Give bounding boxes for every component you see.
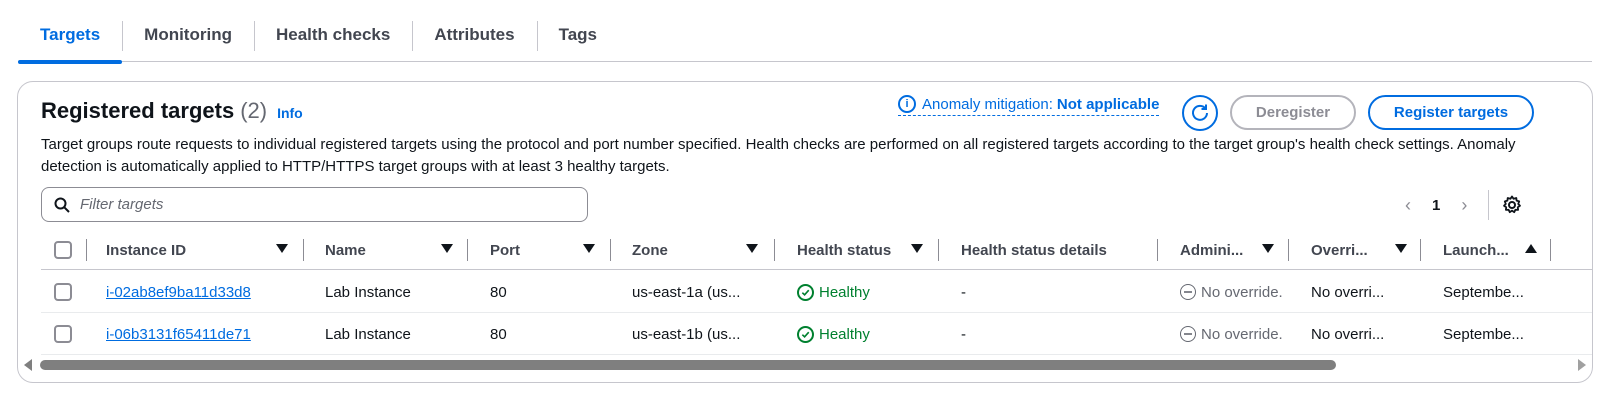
health-status-cell: Healthy	[797, 271, 937, 313]
row-checkbox[interactable]	[54, 325, 72, 343]
chevron-left-icon[interactable]: ‹	[1398, 195, 1418, 216]
table-row[interactable]: i-06b3131f65411de71 Lab Instance 80 us-e…	[41, 313, 1592, 355]
column-override[interactable]: Overri...	[1311, 230, 1431, 270]
tab-monitoring[interactable]: Monitoring	[122, 20, 254, 62]
launch-time-cell: Septembe...	[1443, 325, 1524, 343]
target-count: (2)	[240, 98, 268, 123]
sort-down-icon	[911, 244, 923, 253]
panel-header: Registered targets (2) Info	[41, 98, 303, 124]
scroll-right-arrow[interactable]	[1578, 359, 1586, 371]
panel-description: Target groups route requests to individu…	[41, 136, 1516, 175]
deregister-button[interactable]: Deregister	[1230, 95, 1356, 130]
minus-circle-icon	[1180, 326, 1196, 342]
health-details-cell: -	[961, 283, 966, 301]
column-divider	[938, 239, 939, 261]
column-divider	[467, 239, 468, 261]
refresh-icon	[1192, 104, 1208, 121]
sort-down-icon	[583, 244, 595, 253]
sort-up-icon	[1525, 244, 1537, 253]
sort-down-icon	[276, 244, 288, 253]
instance-id-link[interactable]: i-02ab8ef9ba11d33d8	[106, 284, 251, 301]
table-row[interactable]: i-02ab8ef9ba11d33d8 Lab Instance 80 us-e…	[41, 271, 1592, 313]
tab-health-checks[interactable]: Health checks	[253, 20, 412, 62]
column-health-status-details[interactable]: Health status details	[961, 230, 1171, 270]
info-link[interactable]: Info	[277, 105, 303, 121]
port-cell: 80	[490, 325, 507, 343]
column-launch-time[interactable]: Launch...	[1443, 230, 1553, 270]
column-divider	[86, 239, 87, 261]
gear-icon[interactable]	[1502, 195, 1522, 215]
admin-override-cell: No override.	[1180, 313, 1290, 355]
chevron-right-icon[interactable]: ›	[1454, 195, 1474, 216]
admin-override-cell: No override.	[1180, 271, 1290, 313]
filter-targets-input[interactable]	[80, 196, 560, 213]
tab-attributes[interactable]: Attributes	[412, 20, 536, 62]
tab-targets[interactable]: Targets	[18, 20, 123, 64]
column-health-status[interactable]: Health status	[797, 230, 947, 270]
column-instance-id[interactable]: Instance ID	[106, 230, 296, 270]
column-divider	[303, 239, 304, 261]
select-all-checkbox[interactable]	[54, 241, 72, 259]
instance-id-cell: i-06b3131f65411de71	[106, 313, 296, 355]
instance-id-cell: i-02ab8ef9ba11d33d8	[106, 271, 296, 313]
scrollbar-thumb[interactable]	[40, 360, 1336, 370]
health-status-text: Healthy	[819, 283, 870, 301]
horizontal-scrollbar[interactable]	[18, 353, 1592, 371]
sort-down-icon	[1395, 244, 1407, 253]
launch-time-cell: Septembe...	[1443, 283, 1524, 301]
port-cell: 80	[490, 283, 507, 301]
column-name[interactable]: Name	[325, 230, 475, 270]
register-targets-button[interactable]: Register targets	[1368, 95, 1534, 130]
table-header: Instance ID Name Port Zone Health status…	[41, 230, 1592, 270]
name-cell: Lab Instance	[325, 283, 411, 301]
registered-targets-panel: Registered targets (2) Info i Anomaly mi…	[17, 81, 1593, 383]
column-divider	[1420, 239, 1421, 261]
name-cell: Lab Instance	[325, 325, 411, 343]
check-circle-icon	[797, 325, 814, 343]
scroll-left-arrow[interactable]	[24, 359, 32, 371]
panel-title: Registered targets	[41, 98, 235, 123]
sort-down-icon	[441, 244, 453, 253]
search-icon	[54, 197, 70, 213]
anomaly-mitigation-link[interactable]: i Anomaly mitigation: Not applicable	[898, 95, 1160, 116]
health-details-cell: -	[961, 325, 966, 343]
instance-id-link[interactable]: i-06b3131f65411de71	[106, 326, 251, 343]
row-checkbox[interactable]	[54, 283, 72, 301]
current-page[interactable]: 1	[1432, 197, 1440, 214]
filter-targets-search[interactable]	[41, 187, 588, 222]
info-icon: i	[898, 95, 916, 113]
override-cell: No overri...	[1311, 283, 1385, 301]
admin-override-text: No override.	[1201, 283, 1283, 301]
zone-cell: us-east-1b (us...	[632, 325, 741, 343]
sort-down-icon	[746, 244, 758, 253]
refresh-button[interactable]	[1182, 95, 1218, 131]
column-divider	[774, 239, 775, 261]
column-divider	[1550, 239, 1551, 261]
anomaly-label: Anomaly mitigation:	[922, 95, 1053, 113]
health-status-text: Healthy	[819, 325, 870, 343]
override-cell: No overri...	[1311, 325, 1385, 343]
column-divider	[1157, 239, 1158, 261]
column-divider	[610, 239, 611, 261]
column-port[interactable]: Port	[490, 230, 620, 270]
minus-circle-icon	[1180, 284, 1196, 300]
check-circle-icon	[797, 283, 814, 301]
zone-cell: us-east-1a (us...	[632, 283, 741, 301]
health-status-cell: Healthy	[797, 313, 937, 355]
column-zone[interactable]: Zone	[632, 230, 782, 270]
tab-tags[interactable]: Tags	[536, 20, 619, 62]
pager-divider	[1488, 190, 1490, 220]
tab-bar: Targets Monitoring Health checks Attribu…	[18, 20, 1592, 64]
column-divider	[1288, 239, 1289, 261]
sort-down-icon	[1262, 244, 1274, 253]
admin-override-text: No override.	[1201, 325, 1283, 343]
column-administrative-override[interactable]: Admini...	[1180, 230, 1300, 270]
pagination: ‹ 1 ›	[1398, 190, 1490, 220]
anomaly-value: Not applicable	[1056, 95, 1160, 113]
